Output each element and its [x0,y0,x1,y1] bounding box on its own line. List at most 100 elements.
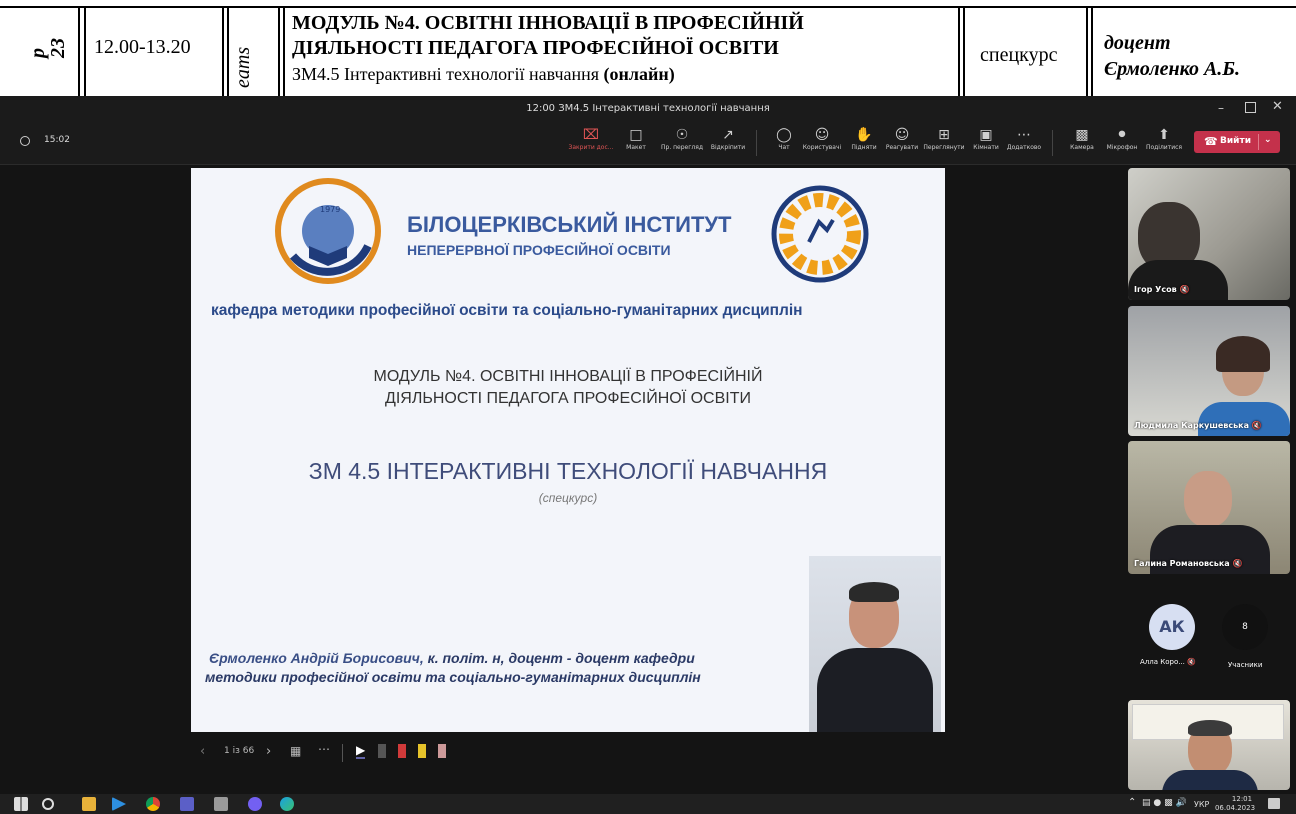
time-cell: 12.00-13.20 [94,36,191,58]
pop-out-icon: ↗ [722,127,734,143]
participant-name: Людмила Каркушевська 🔇 [1134,421,1262,430]
chevron-down-icon[interactable]: ⌄ [1264,135,1272,145]
shared-slide: 1979 БІЛОЦЕРКІВСЬКИЙ ІНСТИТУТ НЕПЕРЕРВНО… [191,168,945,732]
participant-tile[interactable]: Ігор Усов 🔇 [1128,168,1290,300]
toolbar-separator [756,130,757,156]
windows-start-icon[interactable] [14,797,28,811]
tray-chevron-icon[interactable]: ⌃ [1128,797,1136,808]
leave-label: Вийти [1220,136,1251,146]
table-divider [278,6,280,96]
author-name: Єрмоленко Андрій Борисович, [209,650,424,666]
table-divider [283,6,285,96]
pop-out-button[interactable]: ↗ Відкріпити [706,126,750,151]
eraser-icon[interactable] [438,744,446,758]
department-name: кафедра методики професійної освіти та с… [211,302,803,319]
participant-body [1198,402,1290,436]
slide-grid-icon[interactable]: ▦ [290,744,301,758]
people-icon: ☺ [814,127,830,143]
chrome-icon[interactable] [146,797,160,811]
table-divider [1091,6,1093,96]
pointer-tool-icon[interactable]: ▶ [356,743,366,759]
participant-name-text: Ігор Усов [1134,285,1177,294]
more-button[interactable]: ⋯ Додатково [1002,126,1046,151]
table-divider [78,6,80,96]
institute-name-line1: БІЛОЦЕРКІВСЬКИЙ ІНСТИТУТ [407,212,732,237]
muted-mic-icon: 🔇 [1187,658,1196,666]
viber-icon[interactable] [248,797,262,811]
document-header-strip: р 23 12.00-13.20 eams МОДУЛЬ №4. ОСВІТНІ… [0,0,1296,96]
table-divider [227,6,229,96]
muted-mic-icon: 🔇 [1179,285,1190,294]
highlighter-icon[interactable] [418,744,426,758]
slide-counter: 1 із 66 [224,746,255,756]
participant-avatar-name-text: Алла Коро... [1140,658,1185,666]
author-photo [809,556,941,732]
course-line-3-bold: (онлайн) [603,64,675,84]
participants-count-label: Учасники [1228,661,1263,669]
red-pen-icon[interactable] [398,744,406,758]
table-top-border [0,6,1296,8]
table-divider [222,6,224,96]
minimize-icon[interactable]: – [1218,101,1224,115]
clock-date[interactable]: 06.04.2023 [1212,804,1258,812]
module-title-line1: МОДУЛЬ №4. ОСВІТНІ ІННОВАЦІЇ В ПРОФЕСІЙН… [373,368,763,385]
file-explorer-icon[interactable] [82,797,96,811]
microphone-icon: ⚫ [1116,127,1128,143]
participant-avatar-name: Алла Коро... 🔇 [1140,658,1196,666]
edge-icon[interactable] [280,797,294,811]
calculator-icon[interactable] [214,797,228,811]
course-line-2: ДІЯЛЬНОСТІ ПЕДАГОГА ПРОФЕСІЙНОЇ ОСВІТИ [292,37,779,59]
participant-hair [1216,336,1270,372]
pen-tool-icon[interactable] [378,744,386,758]
layout-icon: □ [629,127,643,143]
course-line-3: ЗМ4.5 Інтерактивні технології навчання (… [292,64,675,85]
pop-out-label: Відкріпити [710,144,746,151]
controls-separator [342,744,343,762]
tray-icons[interactable]: ▤ ● ▩ 🔊 [1142,798,1187,808]
close-icon[interactable]: ✕ [1272,99,1283,114]
language-indicator[interactable]: УКР [1194,800,1209,809]
participant-tile[interactable]: Галина Романовська 🔇 [1128,441,1290,574]
leave-button[interactable]: ☎ Вийти ⌄ [1194,131,1280,153]
window-title: 12:00 ЗМ4.5 Інтерактивні технології навч… [526,103,770,114]
grid-icon: ⊞ [938,127,950,143]
institute-name-line2: НЕПЕРЕРВНОЇ ПРОФЕСІЙНОЇ ОСВІТИ [407,242,671,258]
logo-year-text: 1979 [320,205,340,214]
self-view-body [1162,770,1258,790]
participant-name-text: Галина Романовська [1134,559,1230,568]
previous-slide-icon[interactable]: ‹ [200,744,205,759]
next-slide-icon[interactable]: › [266,744,271,759]
author-line1: Єрмоленко Андрій Борисович, к. політ. н,… [209,650,695,666]
title-bar: 12:00 ЗМ4.5 Інтерактивні технології навч… [0,96,1296,120]
notifications-icon[interactable] [1268,798,1280,809]
meeting-toolbar: 15:02 ⌧ Закрити дос... □ Макет ☉ Пр. перегл… [0,120,1296,165]
department-logo-icon [771,185,869,283]
participant-avatar[interactable]: АК [1149,604,1195,650]
self-view-tile[interactable] [1128,700,1290,790]
search-icon[interactable] [42,798,54,810]
topic-title: ЗМ 4.5 ІНТЕРАКТИВНІ ТЕХНОЛОГІЇ НАВЧАННЯ [308,458,828,484]
course-line-3-text: ЗМ4.5 Інтерактивні технології навчання [292,64,604,84]
institute-logo-icon: 1979 [275,178,381,284]
windows-taskbar: ⌃ ▤ ● ▩ 🔊 УКР 12:01 06.04.2023 [0,794,1296,814]
teams-icon[interactable] [180,797,194,811]
muted-mic-icon: 🔇 [1251,421,1262,430]
smile-icon: ☺ [894,127,910,143]
participant-tile[interactable]: Людмила Каркушевська 🔇 [1128,306,1290,436]
shield-icon [20,136,30,146]
lecturer-name: Єрмоленко А.Б. [1104,58,1241,80]
clock-time[interactable]: 12:01 [1222,795,1262,803]
participants-count-button[interactable]: 8 [1222,604,1268,650]
author-hair [849,582,899,602]
table-divider [84,6,86,96]
media-player-icon[interactable] [112,797,126,811]
more-options-icon[interactable]: ⋯ [318,742,330,756]
share-button[interactable]: ⬆ Поділитися [1142,126,1186,151]
more-icon: ⋯ [1017,127,1031,143]
maximize-icon[interactable] [1245,102,1256,113]
author-line2: методики професійної освіти та соціально… [205,669,701,685]
muted-mic-icon: 🔇 [1232,559,1243,568]
meeting-timer: 15:02 [44,135,70,145]
slide-controls: ‹ 1 із 66 › ▦ ⋯ ▶ [196,742,496,764]
topic-subtitle: (спецкурс) [538,491,598,505]
